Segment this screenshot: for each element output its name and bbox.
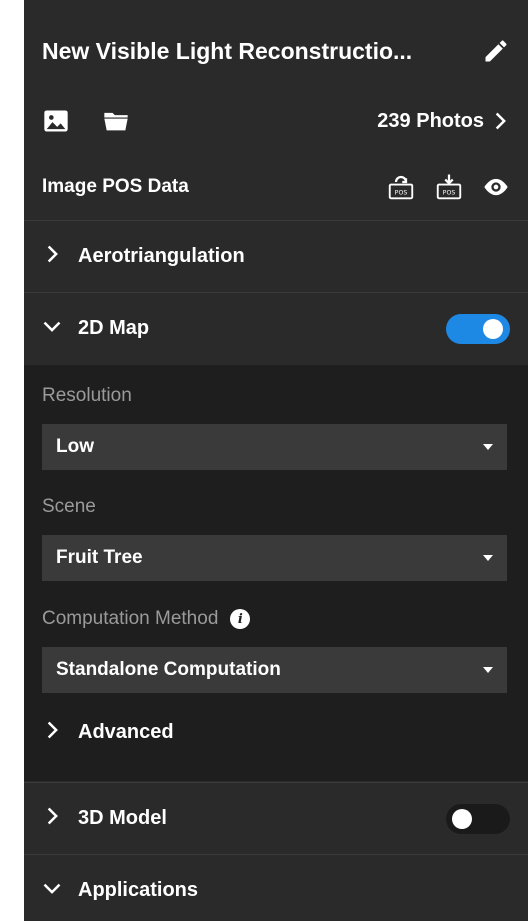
scene-label: Scene bbox=[42, 496, 96, 518]
reconstruction-panel: New Visible Light Reconstructio... 239 P… bbox=[24, 0, 528, 921]
chevron-right-icon bbox=[42, 720, 62, 745]
advanced-label: Advanced bbox=[78, 721, 174, 743]
computation-method-value: Standalone Computation bbox=[56, 659, 281, 680]
toggle-knob bbox=[452, 808, 472, 829]
section-aerotriangulation[interactable]: Aerotriangulation bbox=[24, 220, 528, 292]
section-2d-map[interactable]: 2D Map bbox=[24, 292, 528, 364]
pencil-icon[interactable] bbox=[482, 37, 510, 65]
chevron-right-icon bbox=[42, 244, 62, 269]
info-icon[interactable]: i bbox=[230, 609, 251, 629]
svg-text:POS: POS bbox=[395, 190, 408, 197]
project-title: New Visible Light Reconstructio... bbox=[42, 37, 413, 64]
advanced-toggle[interactable]: Advanced bbox=[42, 720, 174, 745]
pos-data-label: Image POS Data bbox=[42, 176, 189, 197]
eye-icon[interactable] bbox=[482, 173, 510, 201]
caret-down-icon bbox=[483, 555, 493, 561]
section-applications-label: Applications bbox=[78, 879, 199, 901]
chevron-down-icon bbox=[42, 316, 62, 341]
svg-text:POS: POS bbox=[443, 190, 456, 197]
resolution-select[interactable]: Low bbox=[42, 424, 507, 470]
section-applications[interactable]: Applications bbox=[24, 854, 528, 921]
caret-down-icon bbox=[483, 667, 493, 673]
2d-map-settings: Resolution Low Scene Fruit Tree Computat… bbox=[24, 365, 528, 781]
chevron-right-icon bbox=[490, 111, 510, 131]
photos-count-label: 239 Photos bbox=[377, 109, 484, 132]
resolution-value: Low bbox=[56, 436, 94, 457]
pos-data-row: Image POS Data POS POS bbox=[24, 162, 528, 212]
section-2d-map-label: 2D Map bbox=[78, 317, 150, 339]
chevron-down-icon bbox=[42, 878, 62, 903]
resolution-label-text: Resolution bbox=[42, 385, 132, 406]
computation-method-select[interactable]: Standalone Computation bbox=[42, 647, 507, 693]
chevron-right-icon bbox=[42, 806, 62, 831]
image-icon[interactable] bbox=[42, 107, 70, 135]
section-3d-model-label: 3D Model bbox=[78, 807, 167, 829]
section-aerotriangulation-label: Aerotriangulation bbox=[78, 245, 245, 267]
computation-method-label-text: Computation Method bbox=[42, 608, 219, 629]
resolution-label: Resolution bbox=[42, 385, 132, 407]
caret-down-icon bbox=[483, 444, 493, 450]
scene-label-text: Scene bbox=[42, 496, 96, 517]
computation-method-label: Computation Method i bbox=[42, 608, 251, 630]
section-3d-model[interactable]: 3D Model bbox=[24, 782, 528, 854]
title-row: New Visible Light Reconstructio... bbox=[24, 16, 528, 86]
toggle-knob bbox=[483, 318, 503, 339]
folder-icon[interactable] bbox=[102, 107, 130, 135]
scene-value: Fruit Tree bbox=[56, 547, 143, 568]
scene-select[interactable]: Fruit Tree bbox=[42, 535, 507, 581]
pos-import-icon[interactable]: POS bbox=[386, 172, 416, 202]
photos-link[interactable]: 239 Photos bbox=[377, 110, 510, 133]
3d-model-toggle[interactable] bbox=[446, 803, 510, 834]
2d-map-toggle[interactable] bbox=[446, 313, 510, 344]
photos-row: 239 Photos bbox=[24, 95, 528, 147]
pos-export-icon[interactable]: POS bbox=[434, 172, 464, 202]
